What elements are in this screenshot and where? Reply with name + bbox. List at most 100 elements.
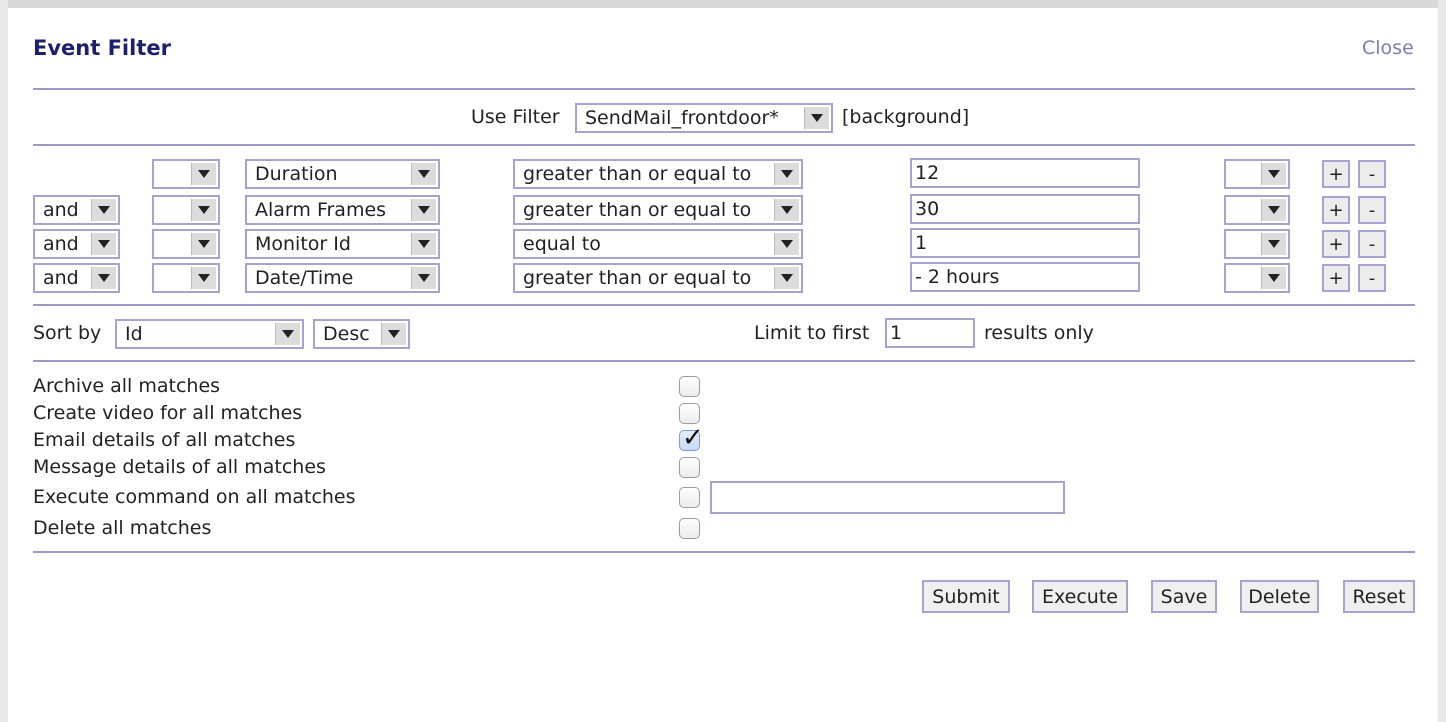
reset-button[interactable]: Reset bbox=[1343, 580, 1415, 613]
limit-suffix-label: results only bbox=[984, 322, 1094, 344]
remove-term-button[interactable]: - bbox=[1358, 196, 1386, 224]
chevron-down-icon bbox=[774, 233, 799, 255]
window-backdrop-top bbox=[0, 0, 1446, 8]
term-value-input[interactable]: 30 bbox=[910, 194, 1140, 224]
create-video-label: Create video for all matches bbox=[33, 402, 303, 424]
save-button[interactable]: Save bbox=[1151, 580, 1217, 613]
close-link[interactable]: Close bbox=[1362, 37, 1414, 59]
add-term-button[interactable]: + bbox=[1322, 264, 1350, 292]
email-matches-checkbox[interactable]: ✓ bbox=[679, 423, 704, 453]
attribute-select[interactable]: Date/Time bbox=[245, 263, 440, 293]
divider bbox=[33, 144, 1415, 146]
chevron-down-icon bbox=[381, 323, 406, 345]
submit-button[interactable]: Submit bbox=[922, 580, 1010, 613]
open-bracket-select[interactable] bbox=[152, 195, 220, 225]
sort-field-select[interactable]: Id bbox=[115, 319, 304, 349]
archive-matches-label: Archive all matches bbox=[33, 375, 221, 397]
limit-input[interactable]: 1 bbox=[885, 318, 975, 348]
use-filter-select[interactable]: SendMail_frontdoor* bbox=[575, 103, 833, 133]
execute-button[interactable]: Execute bbox=[1032, 580, 1128, 613]
open-bracket-select[interactable] bbox=[152, 263, 220, 293]
delete-matches-label: Delete all matches bbox=[33, 517, 212, 539]
open-bracket-select[interactable] bbox=[152, 159, 220, 189]
chevron-down-icon bbox=[91, 199, 116, 221]
chevron-down-icon bbox=[191, 267, 216, 289]
chevron-down-icon bbox=[1261, 233, 1286, 255]
attribute-value: Alarm Frames bbox=[255, 199, 387, 221]
open-bracket-select[interactable] bbox=[152, 229, 220, 259]
chevron-down-icon bbox=[191, 233, 216, 255]
email-matches-label: Email details of all matches bbox=[33, 429, 296, 451]
window-backdrop-right bbox=[1438, 0, 1446, 722]
chevron-down-icon bbox=[774, 267, 799, 289]
attribute-value: Date/Time bbox=[255, 267, 354, 289]
attribute-select[interactable]: Alarm Frames bbox=[245, 195, 440, 225]
conjunction-select[interactable]: and bbox=[33, 229, 120, 259]
chevron-down-icon bbox=[275, 323, 300, 345]
term-value-input[interactable]: 1 bbox=[910, 228, 1140, 258]
add-term-button[interactable]: + bbox=[1322, 230, 1350, 258]
limit-label: Limit to first bbox=[754, 322, 870, 344]
close-bracket-select[interactable] bbox=[1224, 159, 1290, 189]
operator-select[interactable]: greater than or equal to bbox=[513, 159, 803, 189]
message-matches-label: Message details of all matches bbox=[33, 456, 326, 478]
conjunction-value: and bbox=[43, 233, 79, 255]
close-bracket-select[interactable] bbox=[1224, 229, 1290, 259]
attribute-select[interactable]: Duration bbox=[245, 159, 440, 189]
window-backdrop-left bbox=[0, 0, 8, 722]
conjunction-value: and bbox=[43, 199, 79, 221]
dialog-title: Event Filter bbox=[33, 36, 171, 60]
archive-matches-checkbox[interactable] bbox=[679, 376, 700, 397]
remove-term-button[interactable]: - bbox=[1358, 230, 1386, 258]
operator-value: equal to bbox=[523, 233, 601, 255]
operator-value: greater than or equal to bbox=[523, 163, 752, 185]
close-bracket-select[interactable] bbox=[1224, 263, 1290, 293]
divider bbox=[33, 551, 1415, 553]
operator-select[interactable]: greater than or equal to bbox=[513, 195, 803, 225]
sort-direction-select[interactable]: Desc bbox=[313, 319, 410, 349]
chevron-down-icon bbox=[774, 199, 799, 221]
chevron-down-icon bbox=[191, 199, 216, 221]
checkmark-icon: ✓ bbox=[682, 423, 704, 453]
chevron-down-icon bbox=[91, 233, 116, 255]
add-term-button[interactable]: + bbox=[1322, 196, 1350, 224]
chevron-down-icon bbox=[411, 163, 436, 185]
remove-term-button[interactable]: - bbox=[1358, 160, 1386, 188]
message-matches-checkbox[interactable] bbox=[679, 457, 700, 478]
conjunction-select[interactable]: and bbox=[33, 263, 120, 293]
term-value-input[interactable]: - 2 hours bbox=[910, 262, 1140, 292]
filter-background-tag: [background] bbox=[842, 106, 970, 128]
term-value-input[interactable]: 12 bbox=[910, 158, 1140, 188]
execute-command-input[interactable] bbox=[710, 481, 1065, 514]
chevron-down-icon bbox=[191, 163, 216, 185]
operator-select[interactable]: equal to bbox=[513, 229, 803, 259]
use-filter-value: SendMail_frontdoor* bbox=[585, 107, 779, 129]
sort-field-value: Id bbox=[125, 323, 143, 345]
divider bbox=[33, 304, 1415, 306]
delete-matches-checkbox[interactable] bbox=[679, 518, 700, 539]
conjunction-value: and bbox=[43, 267, 79, 289]
delete-button[interactable]: Delete bbox=[1240, 580, 1319, 613]
chevron-down-icon bbox=[774, 163, 799, 185]
attribute-value: Duration bbox=[255, 163, 338, 185]
execute-command-checkbox[interactable] bbox=[679, 487, 700, 508]
conjunction-select[interactable]: and bbox=[33, 195, 120, 225]
divider bbox=[33, 88, 1415, 90]
chevron-down-icon bbox=[1261, 163, 1286, 185]
sort-direction-value: Desc bbox=[323, 323, 370, 345]
chevron-down-icon bbox=[804, 107, 829, 129]
chevron-down-icon bbox=[411, 267, 436, 289]
attribute-select[interactable]: Monitor Id bbox=[245, 229, 440, 259]
add-term-button[interactable]: + bbox=[1322, 160, 1350, 188]
chevron-down-icon bbox=[1261, 267, 1286, 289]
chevron-down-icon bbox=[91, 267, 116, 289]
operator-value: greater than or equal to bbox=[523, 199, 752, 221]
remove-term-button[interactable]: - bbox=[1358, 264, 1386, 292]
create-video-checkbox[interactable] bbox=[679, 403, 700, 424]
use-filter-label: Use Filter bbox=[471, 106, 560, 128]
attribute-value: Monitor Id bbox=[255, 233, 351, 255]
operator-select[interactable]: greater than or equal to bbox=[513, 263, 803, 293]
operator-value: greater than or equal to bbox=[523, 267, 752, 289]
close-bracket-select[interactable] bbox=[1224, 195, 1290, 225]
sort-by-label: Sort by bbox=[33, 322, 102, 344]
